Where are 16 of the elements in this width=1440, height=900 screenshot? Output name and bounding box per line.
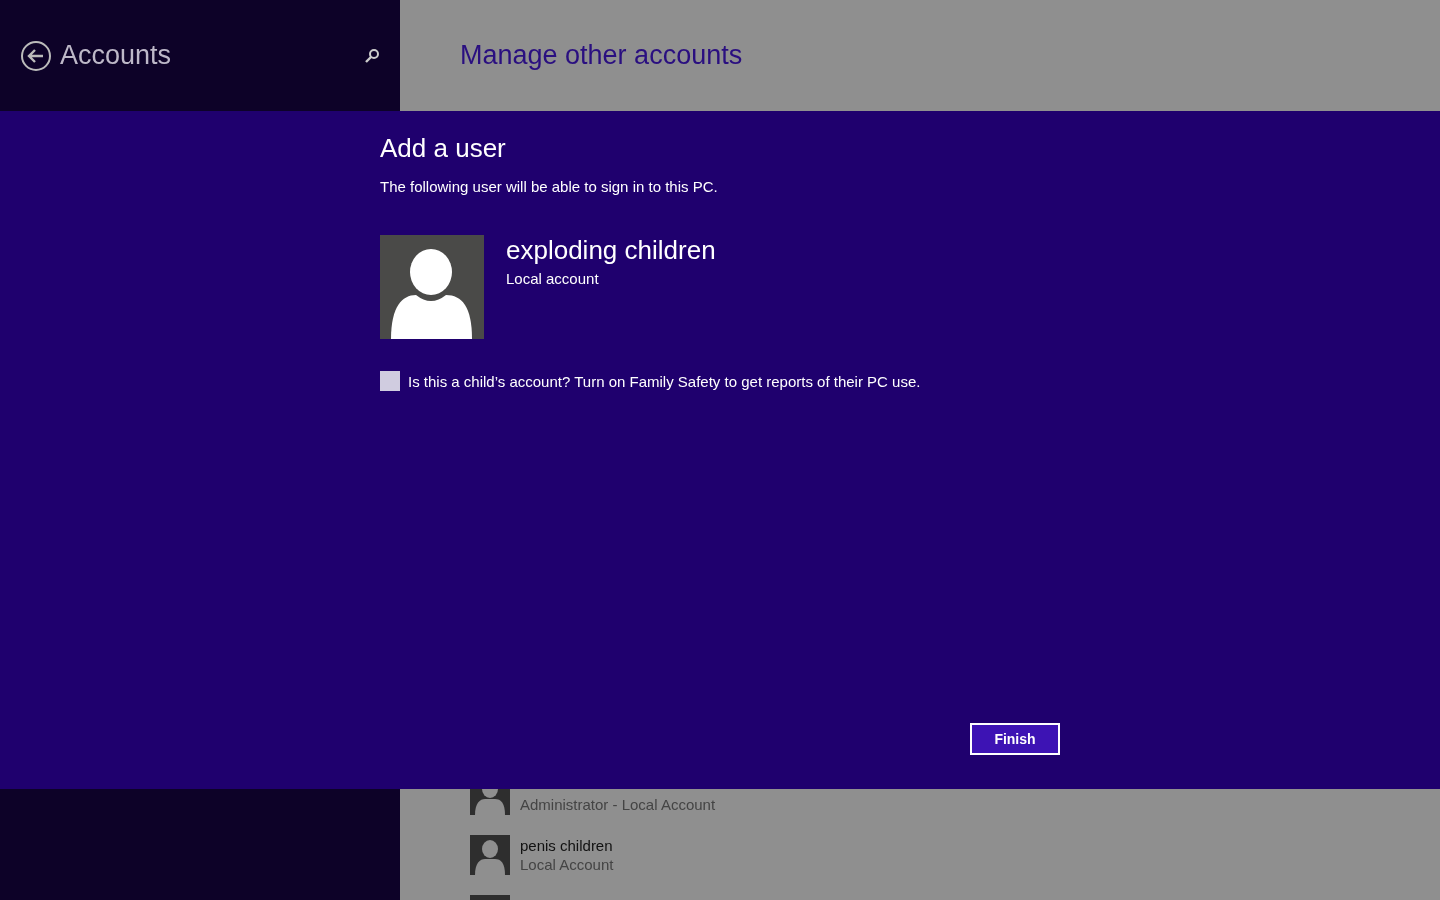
account-type: Local Account [520, 856, 614, 873]
account-name[interactable]: penis children [520, 837, 614, 854]
account-type: Local account [506, 270, 600, 287]
checkbox-label[interactable]: Is this a child’s account? Turn on Family Safety to get reports of their PC use. [408, 372, 921, 390]
page-title: Manage other accounts [460, 40, 743, 71]
account-type: Administrator - Local Account [520, 796, 716, 813]
user-name: exploding children [506, 235, 716, 266]
back-icon[interactable] [20, 39, 52, 72]
dialog-description: The following user will be able to sign in to this PC. [380, 178, 719, 195]
dialog-title: Add a user [380, 133, 507, 164]
sidebar-title: Accounts [60, 40, 173, 71]
finish-button[interactable]: Finish [970, 723, 1060, 755]
search-icon[interactable] [364, 47, 380, 64]
account-avatar-icon[interactable] [470, 835, 510, 875]
checkbox[interactable] [380, 371, 400, 391]
user-avatar-icon [380, 235, 484, 339]
